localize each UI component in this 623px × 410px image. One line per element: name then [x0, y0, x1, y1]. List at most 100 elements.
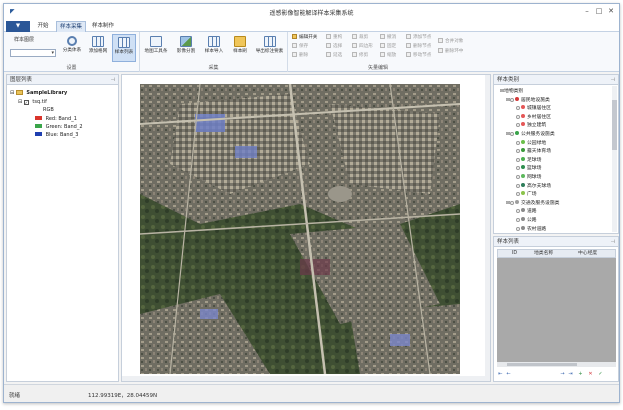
map-toolbar-button[interactable]: 地图工具条: [142, 34, 170, 62]
pin-icon[interactable]: ⊣: [611, 237, 615, 247]
visibility-icon[interactable]: [516, 123, 520, 128]
move-node-button[interactable]: 移动节点: [406, 52, 431, 60]
trim-icon: [352, 52, 357, 57]
tab-start[interactable]: 开始: [32, 21, 54, 32]
visibility-icon[interactable]: [516, 226, 520, 231]
prev-record-button[interactable]: ←: [505, 371, 512, 378]
visibility-icon[interactable]: [516, 183, 520, 188]
delete-ring-button[interactable]: 删除环中: [438, 48, 463, 56]
merge-objects-button[interactable]: 合并对象: [438, 38, 463, 46]
category-item[interactable]: 乡村居住区: [516, 113, 551, 122]
scrollbar-thumb[interactable]: [612, 100, 617, 150]
add-record-button[interactable]: +: [577, 371, 584, 378]
category-item[interactable]: 足球场: [516, 156, 541, 165]
fix-button[interactable]: 固定: [380, 43, 396, 51]
undo-icon: [380, 34, 385, 39]
edit-toggle-button[interactable]: 编辑开关: [292, 34, 317, 42]
minimize-icon[interactable]: –: [581, 6, 593, 17]
visibility-icon[interactable]: [516, 209, 520, 214]
visibility-icon[interactable]: [516, 192, 520, 197]
extend-select-label: 延选: [333, 53, 343, 58]
quad-button[interactable]: 四边形: [352, 43, 373, 51]
map-view[interactable]: [121, 74, 491, 382]
visibility-icon[interactable]: [516, 166, 520, 171]
sample-import-button[interactable]: 样本导入: [201, 34, 227, 62]
category-item[interactable]: 网球场: [516, 174, 541, 182]
collapse-icon[interactable]: ⊟: [18, 99, 22, 105]
visibility-icon[interactable]: [516, 106, 520, 111]
category-item[interactable]: ⊟ 交通及服务设施类: [506, 199, 559, 208]
delete-record-button[interactable]: ✕: [587, 371, 594, 378]
visibility-icon[interactable]: [516, 114, 520, 119]
map-horizontal-scrollbar[interactable]: [122, 376, 490, 381]
delete-node-button[interactable]: 删除节点: [406, 43, 431, 51]
column-center-lon[interactable]: 中心经度: [578, 250, 597, 258]
category-item[interactable]: 露天体育场: [516, 148, 551, 156]
visibility-icon[interactable]: [510, 200, 515, 205]
delete-button[interactable]: 删除: [292, 52, 308, 60]
tab-file[interactable]: ▼: [6, 21, 30, 32]
collapse-icon[interactable]: ⊟: [10, 90, 14, 96]
classification-system-button[interactable]: 分类体系: [60, 34, 84, 62]
visibility-icon[interactable]: [516, 157, 520, 162]
ribbon-group-vector-edit: 编辑开关 保存 删除 重构 选择 延选 裁剪 四边形 修剪 撤消 固定 缩放 添…: [288, 32, 468, 72]
rebuild-label: 重构: [333, 35, 343, 40]
satellite-image[interactable]: [140, 84, 460, 374]
close-icon[interactable]: ✕: [605, 6, 617, 17]
trim-button[interactable]: 修剪: [352, 52, 368, 60]
visibility-icon[interactable]: [510, 132, 515, 136]
visibility-icon[interactable]: [516, 218, 520, 222]
visibility-icon[interactable]: [510, 97, 515, 102]
tab-sample-make[interactable]: 样本制作: [88, 21, 118, 32]
undo-button[interactable]: 撤消: [380, 34, 396, 42]
sample-brush-button[interactable]: 样本刷: [229, 34, 251, 62]
confirm-record-button[interactable]: ✓: [597, 371, 604, 378]
category-color-icon: [521, 139, 525, 144]
pin-icon[interactable]: ⊣: [111, 75, 115, 85]
add-grid-button[interactable]: 添加格网: [86, 34, 110, 62]
sample-layer-select[interactable]: ▾: [10, 49, 56, 57]
save-button[interactable]: 保存: [292, 43, 308, 51]
column-id[interactable]: ID: [512, 250, 517, 258]
first-record-button[interactable]: ⇤: [497, 371, 504, 378]
category-item[interactable]: 道路: [516, 208, 537, 216]
category-item[interactable]: ⊟ 居民地设施类: [506, 96, 550, 105]
rebuild-button[interactable]: 重构: [326, 34, 342, 42]
category-label: 独立建筑: [527, 123, 547, 129]
category-item[interactable]: 公路: [516, 217, 537, 225]
add-node-button[interactable]: 添加节点: [406, 34, 431, 42]
select-button[interactable]: 选择: [326, 43, 342, 51]
category-item[interactable]: 广场: [516, 191, 537, 199]
tab-sample-collect[interactable]: 样本采集: [56, 21, 86, 32]
category-item[interactable]: ⊟ 公共服务设施类: [506, 131, 555, 139]
category-scrollbar[interactable]: [612, 86, 617, 232]
visibility-icon[interactable]: [516, 175, 520, 179]
last-record-button[interactable]: ⇥: [567, 371, 574, 378]
visibility-icon[interactable]: [516, 149, 520, 154]
sample-table-body[interactable]: [497, 258, 616, 362]
column-class-name[interactable]: 地类名称: [534, 250, 553, 258]
image-segment-button[interactable]: 影像分割: [173, 34, 199, 62]
crop-button[interactable]: 裁剪: [352, 34, 368, 42]
sample-list-button[interactable]: 样本列表: [112, 34, 136, 62]
category-item[interactable]: ⊟地物类别: [500, 88, 523, 96]
category-item[interactable]: 公园绿地: [516, 139, 546, 148]
tree-library[interactable]: ⊟ SampleLibrary: [10, 89, 67, 97]
scrollbar-thumb[interactable]: [507, 363, 577, 366]
pin-icon[interactable]: ⊣: [611, 75, 615, 85]
extend-select-button[interactable]: 延选: [326, 52, 342, 60]
map-vertical-scrollbar[interactable]: [485, 75, 490, 381]
tree-layer[interactable]: ⊟ ✓ tsq.tif: [18, 98, 47, 106]
maximize-icon[interactable]: □: [593, 6, 605, 17]
category-item[interactable]: 独立建筑: [516, 122, 546, 130]
layer-checkbox[interactable]: ✓: [23, 100, 29, 105]
category-item[interactable]: 篮球场: [516, 165, 541, 173]
category-item[interactable]: 高尔夫球场: [516, 182, 551, 191]
category-item[interactable]: 农村道路: [516, 225, 546, 234]
category-item[interactable]: 城镇居住区: [516, 105, 551, 113]
next-record-button[interactable]: →: [559, 371, 566, 378]
export-annotation-button[interactable]: 导出标注要素: [253, 34, 286, 62]
visibility-icon[interactable]: [516, 140, 520, 145]
scale-button[interactable]: 缩放: [380, 52, 396, 60]
sample-table-scrollbar[interactable]: [497, 362, 616, 367]
